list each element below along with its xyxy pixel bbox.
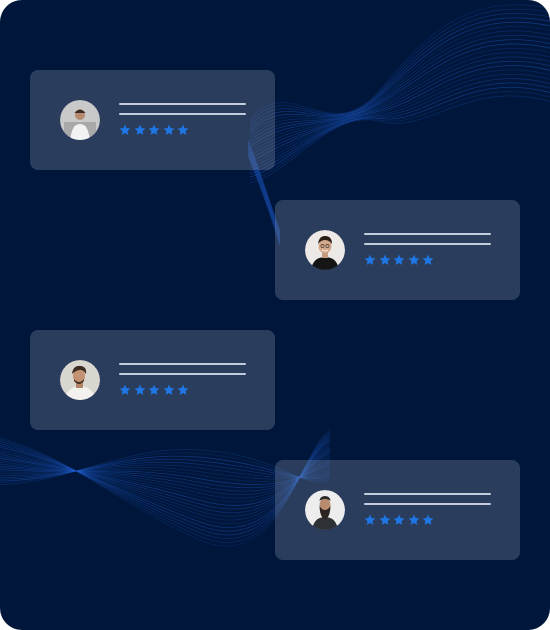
star-icon [148,123,161,137]
review-text-line [364,233,491,235]
testimonial-card [30,330,275,430]
star-icon [364,253,377,267]
rating-stars [119,383,190,397]
review-text-line [119,103,246,105]
testimonial-card [275,460,520,560]
star-icon [148,383,161,397]
star-icon [119,383,132,397]
avatar [305,490,345,530]
star-icon [163,123,176,137]
testimonial-card [275,200,520,300]
star-icon [408,513,421,527]
review-text-line [364,503,491,505]
star-icon [134,123,147,137]
star-icon [408,253,421,267]
star-icon [177,383,190,397]
star-icon [422,253,435,267]
star-icon [422,513,435,527]
avatar [60,360,100,400]
testimonial-card [30,70,275,170]
review-text-line [119,373,246,375]
review-text-line [364,493,491,495]
star-icon [134,383,147,397]
star-icon [379,253,392,267]
star-icon [393,513,406,527]
review-text-line [119,363,246,365]
review-text-line [364,243,491,245]
star-icon [177,123,190,137]
avatar [305,230,345,270]
rating-stars [364,253,435,267]
avatar [60,100,100,140]
star-icon [364,513,377,527]
star-icon [163,383,176,397]
star-icon [119,123,132,137]
rating-stars [364,513,435,527]
star-icon [379,513,392,527]
star-icon [393,253,406,267]
rating-stars [119,123,190,137]
review-text-line [119,113,246,115]
testimonials-panel [0,0,550,630]
